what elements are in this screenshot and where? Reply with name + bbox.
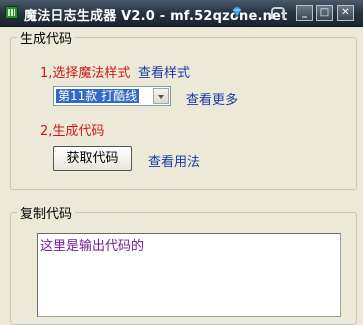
window-title: 魔法日志生成器 V2.0 - mf.52qzone.net bbox=[24, 9, 288, 24]
view-usage-link[interactable]: 查看用法 bbox=[148, 151, 200, 170]
step2-label: 2,生成代码 bbox=[40, 124, 105, 139]
close-button[interactable]: ✕ bbox=[337, 5, 354, 21]
ribbon-button[interactable] bbox=[268, 5, 285, 21]
view-more-link[interactable]: 查看更多 bbox=[186, 89, 238, 108]
ribbon-icon bbox=[271, 7, 285, 19]
minimize-icon: _ bbox=[302, 7, 307, 18]
get-code-button[interactable]: 获取代码 bbox=[53, 146, 132, 171]
view-style-link[interactable]: 查看样式 bbox=[138, 62, 190, 81]
code-output-text: 这里是输出代码的 bbox=[40, 239, 145, 254]
step1-label: 1,选择魔法样式 bbox=[40, 66, 131, 81]
style-select-value: 第11款 打酷线 bbox=[54, 88, 141, 104]
close-icon: ✕ bbox=[341, 7, 350, 18]
maximize-button[interactable]: □ bbox=[316, 5, 333, 21]
generate-code-legend: 生成代码 bbox=[20, 32, 73, 47]
maximize-icon: □ bbox=[319, 7, 330, 18]
chevron-down-icon[interactable] bbox=[153, 88, 169, 104]
app-icon bbox=[5, 6, 18, 19]
code-output-textarea[interactable]: 这里是输出代码的 bbox=[37, 233, 341, 317]
copy-code-legend: 复制代码 bbox=[20, 207, 73, 222]
gem-icon bbox=[232, 6, 242, 18]
minimize-button[interactable]: _ bbox=[296, 5, 313, 21]
title-bar[interactable]: 魔法日志生成器 V2.0 - mf.52qzone.net _ □ ✕ bbox=[0, 0, 363, 27]
style-select[interactable]: 第11款 打酷线 bbox=[53, 86, 171, 106]
